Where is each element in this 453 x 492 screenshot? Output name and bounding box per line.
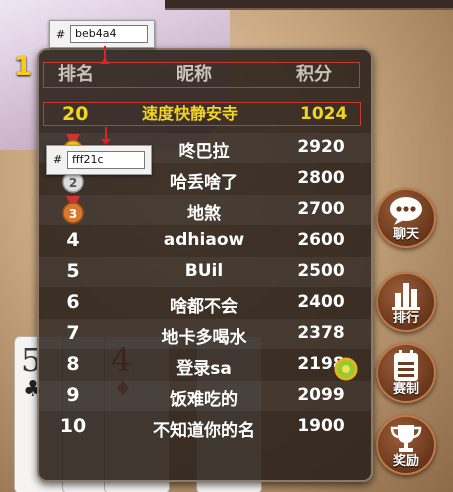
leaderboard-row[interactable]: 6 啥都不会 2400 bbox=[39, 288, 371, 318]
hash-symbol: # bbox=[56, 28, 66, 41]
svg-text:3: 3 bbox=[69, 207, 77, 221]
leaderboard-panel: 排名 昵称 积分 20 速度快静安寺 1024 1 咚巴拉 2920 bbox=[37, 48, 373, 482]
reward-button-label: 奖励 bbox=[392, 454, 419, 469]
my-nickname: 速度快静安寺 bbox=[142, 104, 239, 123]
player-score: 2800 bbox=[297, 168, 345, 188]
color-inspector-selfrow: # fff21c bbox=[46, 145, 152, 175]
player-rank: 4 bbox=[66, 229, 80, 251]
rules-button[interactable]: 赛制 bbox=[376, 343, 436, 403]
chat-button[interactable]: 聊天 bbox=[376, 188, 436, 248]
player-rank: 5 bbox=[66, 260, 80, 282]
gem-icon bbox=[333, 356, 359, 386]
player-nickname: 啥都不会 bbox=[170, 297, 238, 317]
top-bar bbox=[165, 0, 453, 10]
chat-button-label: 聊天 bbox=[392, 227, 419, 242]
color-inspector-header: # beb4a4 bbox=[49, 20, 155, 48]
leaderboard-row[interactable]: 7 地卡多喝水 2378 bbox=[39, 319, 371, 349]
score-column-header: 积分 bbox=[296, 64, 332, 85]
player-nickname: 地卡多喝水 bbox=[161, 328, 247, 348]
svg-text:2: 2 bbox=[69, 176, 77, 190]
ranking-button[interactable]: 排行 bbox=[376, 272, 436, 332]
player-score: 2099 bbox=[297, 385, 345, 405]
player-score: 2920 bbox=[297, 137, 345, 157]
color-hex-field[interactable]: fff21c bbox=[67, 151, 145, 169]
player-nickname: 登录sa bbox=[176, 359, 232, 379]
player-score: 2500 bbox=[297, 261, 345, 281]
leaderboard-row[interactable]: 8 登录sa 2198 bbox=[39, 350, 371, 380]
leaderboard-row[interactable]: 4 adhiaow 2600 bbox=[39, 226, 371, 256]
player-score: 2400 bbox=[297, 292, 345, 312]
color-hex-field[interactable]: beb4a4 bbox=[70, 25, 148, 43]
player-rank: 8 bbox=[66, 353, 80, 375]
nickname-column-header: 昵称 bbox=[176, 64, 212, 85]
player-rank: 9 bbox=[66, 384, 80, 406]
reward-button[interactable]: 奖励 bbox=[376, 415, 436, 475]
partial-number: 1 bbox=[14, 52, 33, 82]
leaderboard-header: 排名 昵称 积分 bbox=[43, 62, 360, 88]
player-nickname: BUil bbox=[184, 261, 224, 281]
leaderboard-row[interactable]: 10 不知道你的名 1900 bbox=[39, 412, 371, 442]
leaderboard-row[interactable]: 9 饭难吃的 2099 bbox=[39, 381, 371, 411]
player-rank: 6 bbox=[66, 291, 80, 313]
my-rank: 20 bbox=[62, 103, 89, 125]
player-rank: 7 bbox=[66, 322, 80, 344]
player-nickname: 饭难吃的 bbox=[170, 390, 238, 410]
ranking-button-label: 排行 bbox=[392, 311, 419, 326]
my-score: 1024 bbox=[300, 104, 348, 124]
header-pointer-arrow bbox=[100, 58, 110, 64]
rank-column-header: 排名 bbox=[58, 64, 94, 85]
player-nickname: 不知道你的名 bbox=[153, 421, 255, 441]
player-nickname: adhiaow bbox=[163, 230, 245, 250]
player-score: 2700 bbox=[297, 199, 345, 219]
leaderboard-row[interactable]: 5 BUil 2500 bbox=[39, 257, 371, 287]
player-score: 1900 bbox=[297, 416, 345, 436]
hash-symbol: # bbox=[53, 153, 63, 166]
player-nickname: 地煞 bbox=[187, 204, 221, 224]
player-score: 2600 bbox=[297, 230, 345, 250]
player-score: 2378 bbox=[297, 323, 345, 343]
my-rank-row: 20 速度快静安寺 1024 bbox=[43, 102, 361, 126]
rules-button-label: 赛制 bbox=[392, 382, 419, 397]
leaderboard-row[interactable]: 3 地煞 2700 bbox=[39, 195, 371, 225]
bronze-medal-icon: 3 bbox=[61, 196, 85, 224]
player-rank: 10 bbox=[59, 415, 87, 437]
